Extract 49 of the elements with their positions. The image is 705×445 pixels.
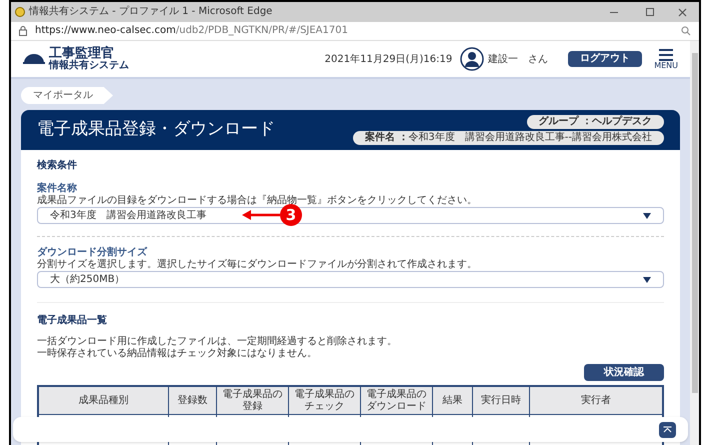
address-bar[interactable]: https://www.neo-calsec.com/udb2/PDB_NGTKN/PR/#/SJEA1701 bbox=[11, 22, 699, 41]
column-header: 結果 bbox=[442, 394, 462, 406]
column-header: ダウンロード bbox=[366, 400, 426, 412]
field-hint: 成果品ファイルの目録をダウンロードする場合は『納品物一覧』ボタンをクリックしてください。 bbox=[37, 195, 478, 207]
breadcrumb[interactable]: マイポータル bbox=[21, 87, 113, 104]
lock-icon bbox=[19, 26, 27, 36]
project-label: 案件名 ：令和3年度 講習会用道路改良工事--講習会用株式会社 bbox=[352, 131, 664, 145]
select-field[interactable]: 大（約250MB） bbox=[37, 271, 664, 288]
logo-icon bbox=[23, 53, 45, 65]
column-header: 登録 bbox=[242, 400, 262, 412]
callout-number: 3 bbox=[280, 204, 302, 226]
window-title: 情報共有システム - プロファイル 1 - Microsoft Edge bbox=[29, 7, 272, 17]
column-header: 電子成果品の bbox=[366, 388, 426, 400]
column-header: 電子成果品の bbox=[294, 388, 354, 400]
zoom-icon[interactable] bbox=[681, 26, 691, 36]
dropdown-caret-icon bbox=[643, 212, 651, 218]
field-hint: 分割サイズを選択します。選択したサイズ毎にダウンロードファイルが分割されて作成されます。 bbox=[37, 259, 478, 271]
note-text: 一括ダウンロード用に作成したファイルは、一定期間経過すると削除されます。 bbox=[37, 336, 398, 348]
logo-subtitle: 情報共有システム bbox=[49, 61, 129, 71]
section-heading: 電子成果品一覧 bbox=[37, 314, 108, 328]
status-check-button[interactable]: 状況確認 bbox=[584, 364, 664, 381]
close-icon[interactable] bbox=[678, 8, 687, 16]
menu-icon bbox=[658, 48, 674, 60]
field-label: 案件名称 bbox=[37, 183, 78, 194]
dropdown-caret-icon bbox=[643, 276, 651, 282]
logo-title: 工事監理官 bbox=[49, 47, 115, 60]
maximize-icon[interactable] bbox=[646, 8, 654, 16]
column-header: 実行者 bbox=[581, 394, 611, 406]
section-heading: 検索条件 bbox=[37, 158, 78, 173]
browser-icon bbox=[15, 7, 25, 17]
menu-button[interactable]: MENU bbox=[654, 48, 678, 70]
scroll-top-button[interactable] bbox=[659, 422, 676, 438]
column-header: 電子成果品の bbox=[222, 388, 282, 400]
column-header: 実行日時 bbox=[481, 394, 521, 406]
page-title: 電子成果品登録・ダウンロード bbox=[37, 118, 275, 142]
datetime: 2021年11月29日(月)16:19 bbox=[324, 52, 452, 66]
scrollbar[interactable] bbox=[690, 41, 699, 445]
logout-button[interactable]: ログアウト bbox=[568, 51, 642, 67]
field-label: ダウンロード分割サイズ bbox=[37, 247, 148, 258]
column-header: 成果品種別 bbox=[78, 394, 128, 406]
chevron-up-icon bbox=[663, 426, 672, 433]
group-label: グループ ：ヘルプデスク bbox=[526, 115, 664, 129]
column-header: 登録数 bbox=[178, 394, 208, 406]
user-avatar-icon bbox=[460, 47, 484, 71]
user-name: 建設一 さん bbox=[488, 52, 548, 66]
note-text: 一時保存されている納品情報はチェック対象にはなりません。 bbox=[37, 348, 318, 360]
callout-arrow bbox=[242, 210, 280, 220]
url-text: https://www.neo-calsec.com/udb2/PDB_NGTKN/PR/#/SJEA1701 bbox=[35, 26, 348, 36]
column-header: チェック bbox=[304, 400, 344, 412]
